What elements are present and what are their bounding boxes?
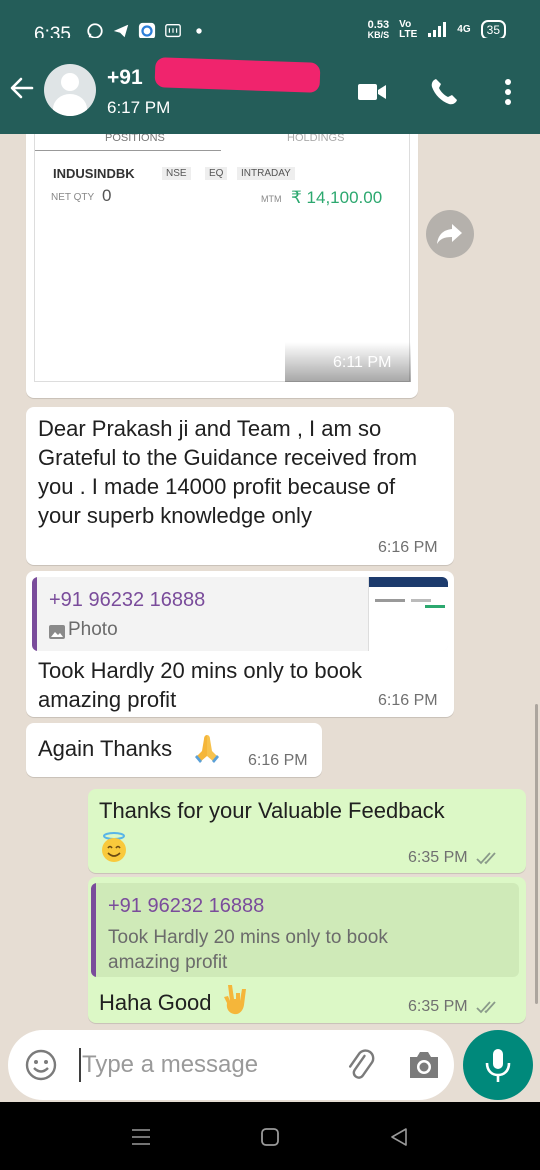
exchange-tag: NSE xyxy=(162,167,191,180)
image-message[interactable]: POSITIONS HOLDINGS INDUSINDBK NSE EQ INT… xyxy=(26,134,418,398)
last-seen: 6:17 PM xyxy=(107,98,171,117)
message-time: 6:35 PM xyxy=(408,998,468,1015)
message-text: Dear Prakash ji and Team , I am so Grate… xyxy=(38,416,418,528)
photo-icon xyxy=(49,625,65,639)
forward-button[interactable] xyxy=(426,210,474,258)
scrollbar[interactable] xyxy=(535,704,538,1004)
forward-icon xyxy=(437,224,462,244)
symbol: INDUSINDBK xyxy=(53,166,135,181)
message-input[interactable]: Type a message xyxy=(82,1051,258,1079)
screenshot-image[interactable]: POSITIONS HOLDINGS INDUSINDBK NSE EQ INT… xyxy=(34,134,411,382)
network-speed: 0.53 KB/S xyxy=(367,19,390,41)
message-time: 6:16 PM xyxy=(378,692,438,709)
battery-indicator: 35 xyxy=(480,20,506,40)
double-check-icon xyxy=(476,852,496,865)
tab-underline xyxy=(35,150,221,151)
love-you-gesture-emoji-icon xyxy=(224,985,246,1015)
segment-tag: EQ xyxy=(205,167,228,180)
message-text: Again Thanks xyxy=(38,736,173,761)
emoji-icon[interactable] xyxy=(24,1048,58,1082)
net-qty-label: NET QTY xyxy=(51,192,95,203)
message-status: 6:35 PM xyxy=(408,849,500,867)
double-check-icon xyxy=(476,1001,496,1014)
video-call-icon[interactable] xyxy=(356,76,388,108)
camera-icon[interactable] xyxy=(406,1048,442,1082)
net-qty-value: 0 xyxy=(102,186,112,205)
system-nav-bar xyxy=(0,1102,540,1170)
quoted-thumbnail xyxy=(368,577,448,651)
voice-message-button[interactable] xyxy=(463,1030,533,1100)
back-nav-icon[interactable] xyxy=(388,1127,410,1147)
recent-apps-icon[interactable] xyxy=(130,1127,152,1147)
mic-icon xyxy=(485,1049,511,1082)
incoming-reply-message[interactable]: +91 96232 16888 Photo Took Hardly 20 min… xyxy=(26,571,454,717)
outgoing-message[interactable]: Thanks for your Valuable Feedback 6:35 P… xyxy=(88,789,526,873)
back-arrow-icon[interactable] xyxy=(8,74,36,102)
message-text: Haha Good xyxy=(99,990,212,1015)
mtm-value: ₹ 14,100.00 xyxy=(291,188,383,207)
message-time: 6:35 PM xyxy=(408,849,468,866)
message-text: Took Hardly 20 mins only to book amazing… xyxy=(38,658,363,712)
product-tag: INTRADAY xyxy=(237,167,295,180)
smiling-halo-emoji-icon xyxy=(102,832,126,862)
message-time: 6:16 PM xyxy=(378,539,438,556)
message-text: Thanks for your Valuable Feedback xyxy=(99,798,445,823)
redaction-mark xyxy=(154,57,321,93)
incoming-message[interactable]: Dear Prakash ji and Team , I am so Grate… xyxy=(26,407,454,565)
voice-call-icon[interactable] xyxy=(428,76,460,108)
message-time: 6:16 PM xyxy=(248,752,308,769)
signal-icon xyxy=(428,22,447,37)
contact-name[interactable]: +91 xyxy=(107,66,143,90)
chat-header: +91 6:17 PM xyxy=(0,38,540,134)
message-status: 6:35 PM xyxy=(408,998,500,1016)
chat-area[interactable]: POSITIONS HOLDINGS INDUSINDBK NSE EQ INT… xyxy=(0,134,540,1102)
contact-avatar[interactable] xyxy=(44,64,96,116)
quoted-sender: +91 96232 16888 xyxy=(49,589,206,611)
message-time: 6:11 PM xyxy=(333,354,392,371)
folded-hands-emoji-icon xyxy=(195,735,219,763)
quote-bar xyxy=(32,577,37,651)
message-input-bar[interactable]: Type a message xyxy=(8,1030,454,1100)
tab-holdings: HOLDINGS xyxy=(287,134,345,144)
quote-bar xyxy=(91,883,96,977)
quoted-message[interactable]: +91 96232 16888 Photo xyxy=(32,577,448,651)
quoted-text: Photo xyxy=(68,619,118,640)
quoted-text: Took Hardly 20 mins only to book amazing… xyxy=(108,927,388,973)
status-right: 0.53 KB/S Vo LTE 4G 35 xyxy=(368,20,506,40)
volte-indicator: Vo LTE xyxy=(399,19,418,40)
text-cursor xyxy=(79,1048,81,1082)
outgoing-reply-message[interactable]: +91 96232 16888 Took Hardly 20 mins only… xyxy=(88,877,526,1023)
network-4g: 4G xyxy=(457,24,471,35)
quoted-sender: +91 96232 16888 xyxy=(108,895,265,917)
incoming-message[interactable]: Again Thanks 6:16 PM xyxy=(26,723,322,777)
more-options-icon[interactable] xyxy=(492,76,524,108)
attach-icon[interactable] xyxy=(342,1048,376,1082)
home-icon[interactable] xyxy=(259,1127,281,1147)
tab-positions: POSITIONS xyxy=(105,134,165,144)
quoted-message[interactable]: +91 96232 16888 Took Hardly 20 mins only… xyxy=(91,883,519,977)
mtm-label: MTM xyxy=(261,194,282,204)
